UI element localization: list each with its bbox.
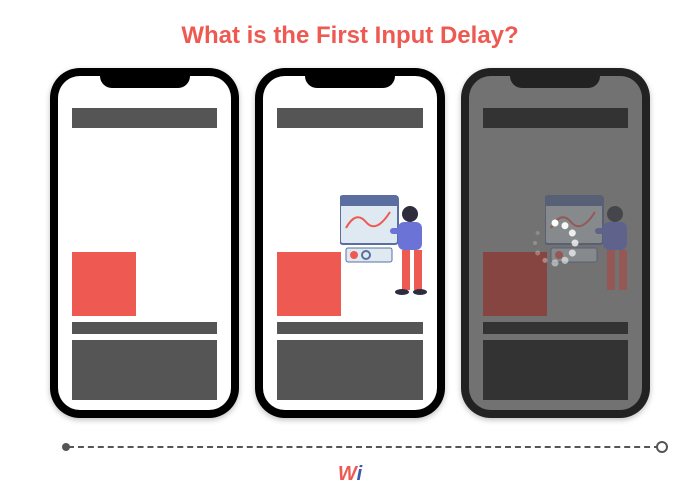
brand-logo: Wi: [338, 463, 362, 486]
text-placeholder-bar: [277, 322, 422, 334]
timeline-axis: [68, 446, 660, 448]
phone-screen: [263, 76, 436, 410]
phone-stages-row: [0, 68, 700, 418]
phone-stage-1: [50, 68, 239, 418]
logo-part-1: W: [338, 463, 357, 485]
image-placeholder-box: [72, 252, 136, 316]
content-area: [277, 134, 422, 316]
phone-stage-3-loading: [461, 68, 650, 418]
text-placeholder-block: [72, 340, 217, 400]
text-placeholder-bar: [72, 322, 217, 334]
header-placeholder-bar: [72, 108, 217, 128]
phone-notch: [305, 68, 395, 88]
phone-notch: [510, 68, 600, 88]
logo-part-2: i: [357, 463, 363, 485]
image-placeholder-box: [277, 252, 341, 316]
content-area: [72, 134, 217, 316]
phone-notch: [100, 68, 190, 88]
analytics-illustration: [340, 190, 435, 320]
spinner-icon: [531, 219, 579, 267]
header-placeholder-bar: [277, 108, 422, 128]
phone-stage-2: [255, 68, 444, 418]
loading-overlay: [469, 76, 642, 410]
phone-screen: [58, 76, 231, 410]
page-title: What is the First Input Delay?: [0, 0, 700, 68]
text-placeholder-block: [277, 340, 422, 400]
